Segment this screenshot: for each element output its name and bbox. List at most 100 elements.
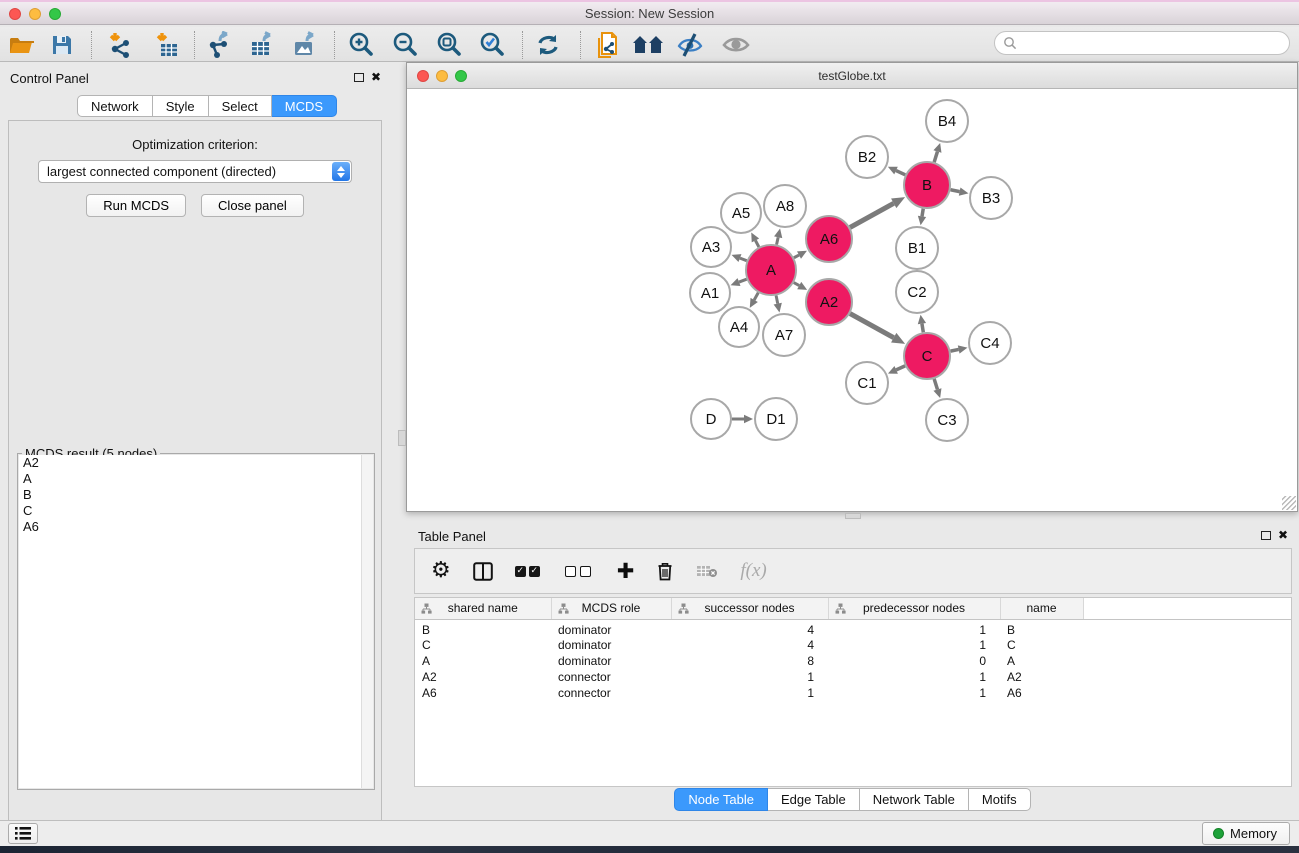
first-neighbors-button[interactable] (631, 30, 665, 60)
table-panel: Table Panel ✖ ⚙ ✓✓ ✚ (406, 520, 1299, 820)
checked-box-icon: ✓ (529, 566, 540, 577)
vertical-splitter-handle[interactable] (398, 430, 406, 446)
attribute-icon (678, 603, 689, 614)
column-header-name[interactable]: name (1000, 598, 1083, 619)
graph-edge-A2-C[interactable] (850, 314, 894, 338)
tab-node-table[interactable]: Node Table (674, 788, 768, 811)
graph-edge-C-C3[interactable] (934, 379, 937, 390)
export-image-button[interactable] (288, 30, 322, 60)
column-header-shared-name[interactable]: shared name (415, 598, 551, 619)
mcds-result-scrollbar[interactable] (361, 455, 373, 788)
graph-edge-A-A2[interactable] (794, 283, 799, 286)
search-input[interactable] (1017, 34, 1289, 52)
task-history-button[interactable] (8, 823, 38, 844)
function-builder-button[interactable]: f(x) (740, 556, 766, 586)
column-header-mcds-role[interactable]: MCDS role (551, 598, 671, 619)
graph-edge-B-B4[interactable] (934, 152, 937, 163)
table-row[interactable]: Bdominator41B (415, 619, 1291, 637)
table-row[interactable]: A6connector11A6 (415, 685, 1291, 701)
mcds-result-item[interactable]: B (19, 487, 373, 503)
zoom-selected-button[interactable] (475, 30, 509, 60)
graph-edge-arrowhead (918, 216, 926, 226)
tab-style[interactable]: Style (153, 95, 209, 117)
select-all-columns-button[interactable]: ✓✓ (515, 556, 543, 586)
node-table: shared name MCDS role successor nodes (415, 598, 1291, 701)
graph-edge-A-A4[interactable] (754, 293, 758, 300)
graph-edge-A-A8[interactable] (777, 237, 779, 244)
graph-node-label: A7 (775, 327, 793, 344)
graph-edge-A-A5[interactable] (755, 240, 758, 247)
zoom-in-button[interactable] (344, 30, 378, 60)
zoom-out-button[interactable] (388, 30, 422, 60)
graph-node-label: C3 (937, 412, 956, 429)
tab-mcds[interactable]: MCDS (272, 95, 337, 117)
memory-button[interactable]: Memory (1202, 822, 1290, 845)
tab-select[interactable]: Select (209, 95, 272, 117)
graph-edge-C-C4[interactable] (951, 349, 959, 351)
mcds-result-item[interactable]: C (19, 503, 373, 519)
table-row[interactable]: Cdominator41C (415, 637, 1291, 653)
delete-column-button[interactable] (656, 556, 674, 586)
graph-edge-A-A7[interactable] (776, 295, 778, 303)
graph-edge-A-A1[interactable] (739, 279, 747, 282)
mcds-result-list[interactable]: A2ABCA6 (19, 455, 373, 788)
mcds-result-item[interactable]: A (19, 471, 373, 487)
horizontal-splitter-handle[interactable] (845, 513, 861, 519)
tab-network[interactable]: Network (77, 95, 153, 117)
delete-table-button[interactable] (696, 556, 718, 586)
app-title: Session: New Session (0, 6, 1299, 21)
hide-graphics-details-button[interactable] (673, 30, 707, 60)
graph-edge-B-B2[interactable] (896, 171, 905, 175)
float-panel-icon[interactable] (354, 73, 364, 82)
graph-edge-arrowhead (933, 388, 941, 398)
graph-node-label: A1 (701, 285, 719, 302)
table-header-row: shared name MCDS role successor nodes (415, 598, 1291, 619)
import-table-icon (153, 31, 181, 59)
import-network-button[interactable] (103, 30, 137, 60)
optimization-criterion-select[interactable]: largest connected component (directed) (38, 160, 352, 183)
panel-layout-button[interactable] (473, 556, 493, 586)
export-network-button[interactable] (203, 30, 237, 60)
graph-node-label: C2 (907, 284, 926, 301)
graph-edge-A-A3[interactable] (740, 258, 747, 261)
node-table-body: Bdominator41BCdominator41CAdominator80AA… (415, 619, 1291, 701)
window-resize-grip[interactable] (1282, 496, 1296, 510)
add-column-button[interactable]: ✚ (617, 556, 635, 586)
graph-edge-C-C2[interactable] (922, 324, 923, 333)
close-panel-icon[interactable]: ✖ (371, 70, 381, 84)
table-row[interactable]: Adominator80A (415, 653, 1291, 669)
column-header-successor-nodes[interactable]: successor nodes (671, 598, 828, 619)
run-mcds-button[interactable]: Run MCDS (86, 194, 186, 217)
close-table-panel-icon[interactable]: ✖ (1278, 528, 1288, 542)
show-graphics-details-button[interactable] (719, 30, 753, 60)
tab-edge-table[interactable]: Edge Table (768, 788, 860, 811)
export-network-icon (206, 31, 234, 59)
zoom-fit-button[interactable] (432, 30, 466, 60)
new-network-from-selection-button[interactable] (591, 30, 625, 60)
graph-edge-B-B1[interactable] (922, 209, 923, 217)
save-session-button[interactable] (45, 30, 79, 60)
import-table-button[interactable] (150, 30, 184, 60)
graph-edge-A-A6[interactable] (794, 255, 799, 258)
unselect-all-columns-button[interactable] (565, 556, 595, 586)
selected-criterion: largest connected component (directed) (47, 164, 276, 179)
export-image-icon (291, 31, 319, 59)
network-canvas[interactable]: B4B2BB3A5A8A6A3B1AA1C2A2A4A7C4CC1C3DD1 (407, 90, 1297, 511)
table-row[interactable]: A2connector11A2 (415, 669, 1291, 685)
tab-motifs[interactable]: Motifs (969, 788, 1031, 811)
table-settings-button[interactable]: ⚙ (431, 556, 451, 586)
graph-edge-C-C1[interactable] (896, 366, 905, 370)
tab-network-table[interactable]: Network Table (860, 788, 969, 811)
open-session-button[interactable] (5, 30, 39, 60)
graph-edge-A6-B[interactable] (850, 203, 894, 227)
export-table-button[interactable] (245, 30, 279, 60)
network-window-titlebar[interactable]: testGlobe.txt (407, 63, 1297, 89)
close-panel-button[interactable]: Close panel (201, 194, 304, 217)
graph-edge-B-B3[interactable] (951, 190, 960, 192)
refresh-icon (535, 32, 561, 58)
refresh-view-button[interactable] (531, 30, 565, 60)
mcds-result-item[interactable]: A6 (19, 519, 373, 535)
mcds-result-item[interactable]: A2 (19, 455, 373, 471)
float-table-panel-icon[interactable] (1261, 531, 1271, 540)
column-header-predecessor-nodes[interactable]: predecessor nodes (828, 598, 1000, 619)
